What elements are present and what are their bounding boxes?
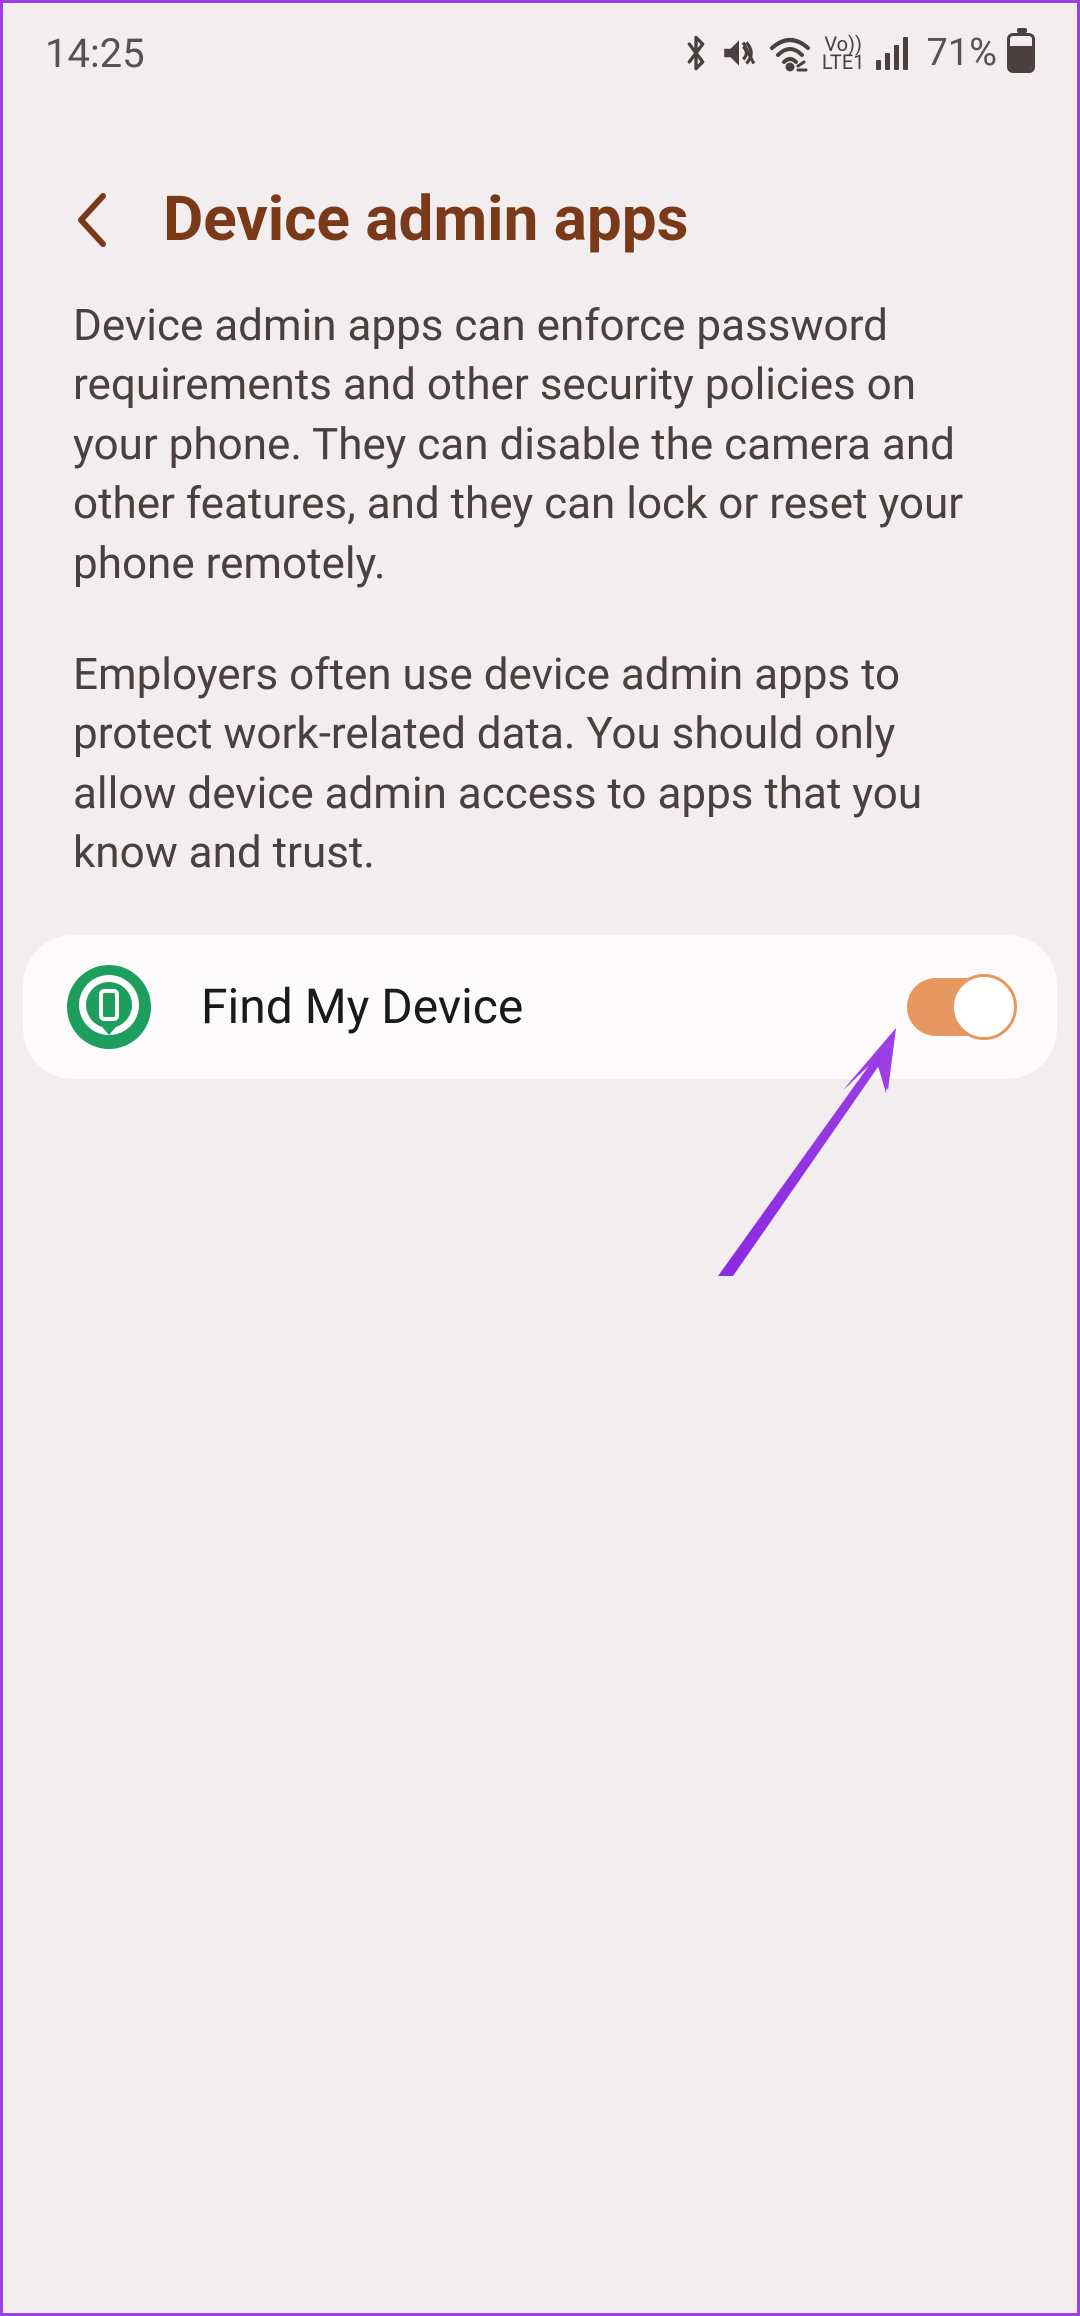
signal-icon bbox=[874, 34, 912, 72]
back-button[interactable] bbox=[73, 190, 113, 250]
app-row[interactable]: Find My Device bbox=[23, 935, 1057, 1079]
status-time: 14:25 bbox=[45, 30, 145, 77]
description-p2: Employers often use device admin apps to… bbox=[73, 645, 1007, 883]
find-my-device-icon bbox=[65, 963, 153, 1051]
app-toggle[interactable] bbox=[907, 978, 1015, 1036]
bluetooth-icon bbox=[682, 33, 710, 73]
app-label: Find My Device bbox=[201, 978, 859, 1035]
volte-icon: Vo)) LTE1 bbox=[822, 35, 865, 71]
description-block: Device admin apps can enforce password r… bbox=[3, 286, 1077, 883]
page-title: Device admin apps bbox=[163, 183, 689, 256]
description-p1: Device admin apps can enforce password r… bbox=[73, 296, 1007, 593]
status-bar: 14:25 Vo)) LTE1 71% bbox=[3, 3, 1077, 93]
page-header: Device admin apps bbox=[3, 93, 1077, 286]
battery-percent: 71% bbox=[926, 31, 997, 75]
mute-icon bbox=[720, 34, 758, 72]
battery-icon bbox=[1007, 33, 1035, 73]
wifi-icon bbox=[768, 34, 812, 72]
status-icons: Vo)) LTE1 71% bbox=[682, 31, 1035, 75]
